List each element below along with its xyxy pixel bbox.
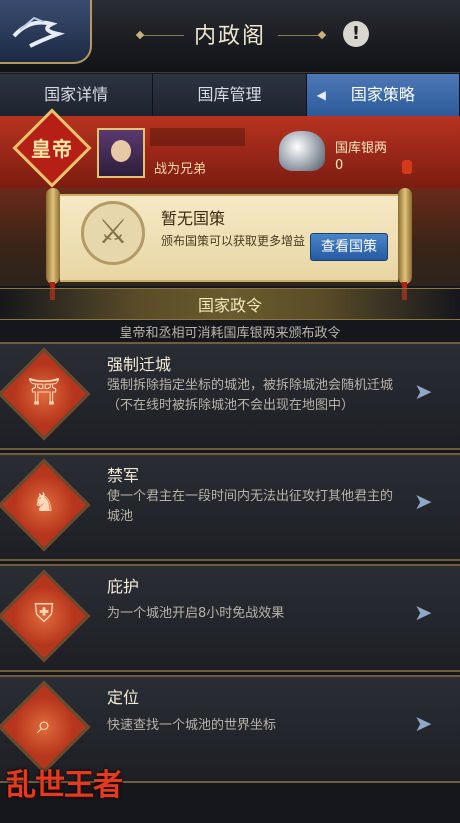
title-ornament-right — [278, 35, 322, 36]
silver-ingot-icon — [279, 131, 325, 171]
send-arrow-icon[interactable]: ➤ — [414, 380, 432, 405]
decree-description: 强制拆除指定坐标的城池，被拆除城池会随机迁城（不在线时被拆除城池不会出现在地图中… — [107, 378, 394, 413]
chevron-left-icon: ◀ — [316, 88, 326, 102]
magnifier-glyph: ⌕ — [36, 710, 52, 740]
emperor-seal-text: 皇帝 — [31, 137, 73, 161]
decree-title: 庇护 — [107, 577, 140, 596]
decree-title: 定位 — [107, 688, 140, 707]
treasury-label: 国库银两 — [335, 141, 388, 156]
decree-title: 禁军 — [107, 466, 140, 485]
info-icon[interactable]: ! — [343, 21, 369, 47]
scroll-rod-left — [46, 188, 60, 284]
tab-bar: 国家详情 国库管理 ◀ 国家策略 — [0, 74, 460, 116]
decree-title: 强制迁城 — [107, 355, 172, 374]
decree-description: 使一个君主在一段时间内无法出征攻打其他君主的城池 — [107, 489, 394, 524]
back-button[interactable] — [0, 0, 92, 64]
page-title: 内政阁 — [193, 24, 266, 49]
section-title: 国家政令 — [197, 296, 262, 315]
send-arrow-icon[interactable]: ➤ — [414, 490, 432, 515]
decree-description: 快速查找一个城池的世界坐标 — [107, 718, 277, 733]
tab-label: 国家详情 — [44, 85, 109, 104]
emperor-name: 战为兄弟 — [154, 162, 207, 177]
policy-description: 颁布国策可以获取更多增益 — [161, 234, 306, 248]
view-policy-button[interactable]: 查看国策 — [310, 233, 388, 261]
avatar-face — [111, 140, 131, 162]
tab-label: 国库管理 — [197, 85, 262, 104]
griffin-glyph: ♞ — [32, 488, 56, 518]
tab-treasury-management[interactable]: 国库管理 — [153, 74, 307, 116]
game-logo: 乱世王者 — [6, 768, 123, 803]
city-gate-glyph: ⛩ — [27, 377, 61, 407]
lantern-icon — [402, 160, 412, 174]
section-subtitle: 皇帝和丞相可消耗国库银两来颁布政令 — [119, 326, 341, 341]
dragon-back-icon — [12, 16, 66, 48]
send-arrow-icon[interactable]: ➤ — [414, 712, 432, 737]
emperor-avatar[interactable] — [97, 128, 145, 178]
name-placeholder — [150, 128, 245, 146]
tab-label: 国家策略 — [350, 85, 415, 104]
shield-glyph: ⛨ — [34, 599, 54, 629]
policy-title: 暂无国策 — [161, 209, 226, 228]
treasury-value: 0 — [335, 158, 344, 173]
tab-country-details[interactable]: 国家详情 — [0, 74, 154, 116]
scroll-rod-right — [398, 188, 412, 284]
send-arrow-icon[interactable]: ➤ — [414, 601, 432, 626]
tab-national-strategy[interactable]: ◀ 国家策略 — [306, 74, 460, 116]
crossed-swords-icon: ⚔ — [81, 201, 145, 265]
decree-description: 为一个城池开启8小时免战效果 — [107, 606, 285, 621]
